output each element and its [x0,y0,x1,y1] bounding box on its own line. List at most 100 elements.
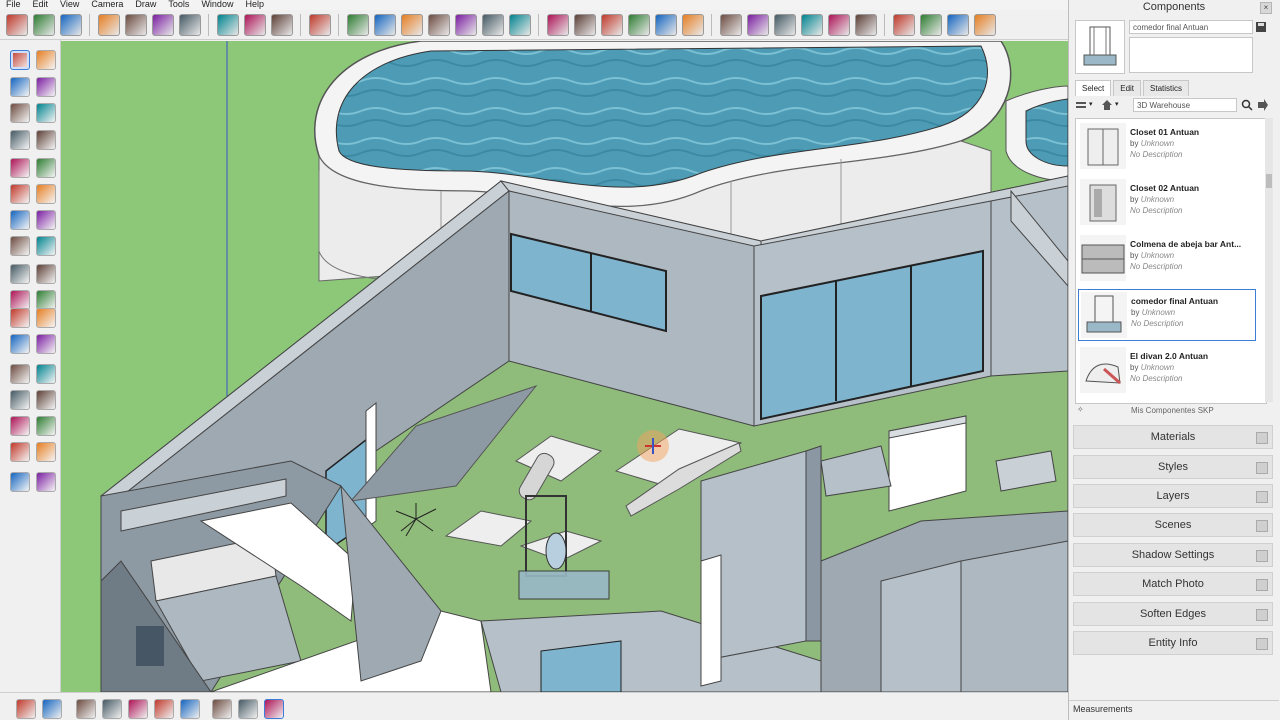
paste-icon[interactable] [152,13,174,36]
expand-icon[interactable] [1256,462,1268,474]
previous-view-icon[interactable] [36,416,56,436]
expand-icon[interactable] [1256,520,1268,532]
select-icon[interactable] [10,50,30,70]
section-plane-icon[interactable] [36,472,56,492]
make-component-icon[interactable] [36,50,56,70]
cut-icon[interactable] [98,13,120,36]
back-view-icon[interactable] [655,13,677,36]
protractor-icon[interactable] [10,308,30,328]
axes-icon[interactable] [10,334,30,354]
position-camera-icon[interactable] [10,442,30,462]
close-icon[interactable]: × [1260,2,1272,14]
tray-styles[interactable]: Styles [1073,455,1273,479]
menu-window[interactable]: Window [195,0,239,10]
search-input[interactable] [1133,98,1237,112]
menu-file[interactable]: File [0,0,27,10]
paint-bucket-icon[interactable] [10,77,30,97]
undo-icon[interactable] [217,13,239,36]
open-icon[interactable] [33,13,55,36]
zoom-icon[interactable] [428,13,450,36]
xray-icon[interactable] [720,13,742,36]
save-icon[interactable] [60,13,82,36]
expand-icon[interactable] [1256,491,1268,503]
follow-me-icon[interactable] [36,236,56,256]
orbit-icon[interactable] [212,699,232,719]
offset-icon[interactable] [36,264,56,284]
list-item-selected[interactable]: comedor final Antuan by Unknown No Descr… [1078,289,1256,341]
list-scrollbar[interactable] [1265,118,1273,402]
list-item[interactable]: Closet 02 Antuan by Unknown No Descripti… [1078,177,1256,229]
view-options-icon[interactable] [1075,100,1087,112]
house-icon[interactable] [509,13,531,36]
iso-view-icon[interactable] [547,13,569,36]
text-icon[interactable] [36,308,56,328]
list-item[interactable]: Colmena de abeja bar Ant... by Unknown N… [1078,233,1256,285]
top-view-icon[interactable] [42,699,62,719]
move-icon[interactable] [10,210,30,230]
ruby-icon[interactable] [974,13,996,36]
list-item[interactable]: Closet 01 Antuan by Unknown No Descripti… [1078,121,1256,173]
menu-camera[interactable]: Camera [85,0,129,10]
warehouse-icon[interactable] [893,13,915,36]
zoom-icon[interactable] [264,699,284,719]
dimension-icon[interactable] [36,290,56,310]
menu-draw[interactable]: Draw [129,0,162,10]
tab-edit[interactable]: Edit [1113,80,1142,96]
circle-icon[interactable] [10,130,30,150]
expand-icon[interactable] [1256,432,1268,444]
erase-icon[interactable] [179,13,201,36]
scrollbar-thumb[interactable] [1266,174,1272,188]
look-around-icon[interactable] [36,442,56,462]
component-name-field[interactable]: comedor final Antuan [1129,20,1253,34]
right-view-icon[interactable] [628,13,650,36]
save-icon[interactable] [1255,22,1269,32]
menu-view[interactable]: View [54,0,85,10]
tab-select[interactable]: Select [1075,80,1112,96]
measurements-box[interactable]: Measurements [1069,700,1279,720]
front-view-icon[interactable] [601,13,623,36]
orbit-icon[interactable] [374,13,396,36]
textured-icon[interactable] [828,13,850,36]
menu-edit[interactable]: Edit [27,0,55,10]
3d-text-icon[interactable] [36,334,56,354]
redo-icon[interactable] [244,13,266,36]
get-models-icon[interactable] [6,13,28,36]
chevron-down-icon[interactable]: ▾ [1115,100,1123,112]
model-info-icon[interactable] [309,13,331,36]
push-pull-icon[interactable] [36,210,56,230]
extension-icon[interactable] [947,13,969,36]
tray-scenes[interactable]: Scenes [1073,513,1273,537]
tray-layers[interactable]: Layers [1073,484,1273,508]
left-view-icon[interactable] [154,699,174,719]
bottom-view-icon[interactable] [180,699,200,719]
share-icon[interactable] [920,13,942,36]
eraser-icon[interactable] [36,77,56,97]
tray-entity-info[interactable]: Entity Info [1073,631,1273,655]
tray-soften-edges[interactable]: Soften Edges [1073,602,1273,626]
freehand-icon[interactable] [36,158,56,178]
tape-measure-icon[interactable] [10,290,30,310]
pie-icon[interactable] [10,184,30,204]
menu-tools[interactable]: Tools [162,0,195,10]
polygon-icon[interactable] [10,158,30,178]
gear-icon[interactable]: ✧ [1077,405,1084,414]
top-view-icon[interactable] [574,13,596,36]
copy-icon[interactable] [125,13,147,36]
wireframe-icon[interactable] [747,13,769,36]
section-icon[interactable] [482,13,504,36]
expand-icon[interactable] [1256,550,1268,562]
zoom-window-icon[interactable] [36,390,56,410]
tray-match-photo[interactable]: Match Photo [1073,572,1273,596]
camera-icon[interactable] [347,13,369,36]
hidden-line-icon[interactable] [774,13,796,36]
walk-icon[interactable] [10,472,30,492]
orbit-icon[interactable] [10,364,30,384]
component-description-field[interactable] [1129,37,1253,73]
tab-statistics[interactable]: Statistics [1143,80,1190,96]
two-point-arc-icon[interactable] [36,184,56,204]
tray-shadow-settings[interactable]: Shadow Settings [1073,543,1273,567]
monochrome-icon[interactable] [855,13,877,36]
rotate-icon[interactable] [10,236,30,256]
zoom-extents-icon[interactable] [10,416,30,436]
expand-icon[interactable] [1256,609,1268,621]
